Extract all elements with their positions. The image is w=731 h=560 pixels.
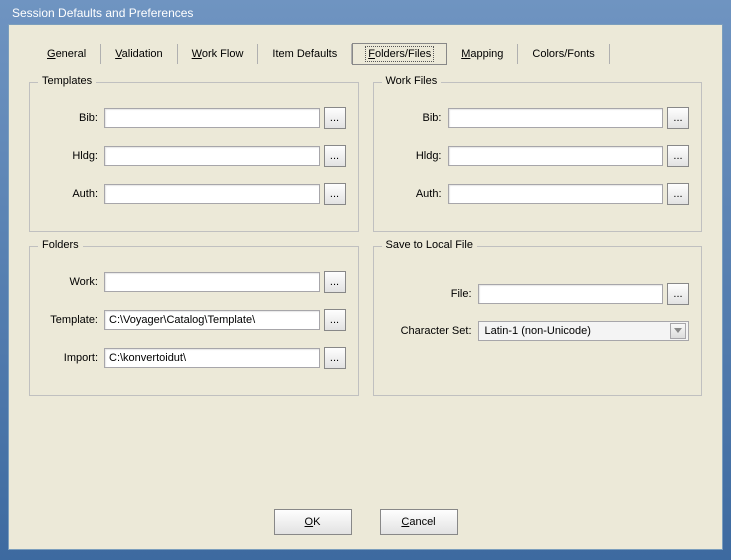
ok-button[interactable]: OK bbox=[274, 509, 352, 535]
window-body: General Validation Work Flow Item Defaul… bbox=[8, 24, 723, 550]
groupbox-save: Save to Local File File: ... Character S… bbox=[373, 246, 703, 396]
tab-item-defaults[interactable]: Item Defaults bbox=[258, 44, 352, 64]
browse-folders-work[interactable]: ... bbox=[324, 271, 346, 293]
input-workfiles-bib[interactable] bbox=[448, 108, 664, 128]
input-templates-auth[interactable] bbox=[104, 184, 320, 204]
input-save-file[interactable] bbox=[478, 284, 664, 304]
label-folders-template: Template: bbox=[42, 314, 104, 326]
input-folders-template[interactable] bbox=[104, 310, 320, 330]
tab-validation[interactable]: Validation bbox=[101, 44, 178, 64]
tab-colors-fonts[interactable]: Colors/Fonts bbox=[518, 44, 609, 64]
browse-templates-bib[interactable]: ... bbox=[324, 107, 346, 129]
tab-workflow[interactable]: Work Flow bbox=[178, 44, 259, 64]
select-charset[interactable]: Latin-1 (non-Unicode) bbox=[478, 321, 690, 341]
browse-workfiles-auth[interactable]: ... bbox=[667, 183, 689, 205]
input-templates-hldg[interactable] bbox=[104, 146, 320, 166]
cancel-button[interactable]: Cancel bbox=[380, 509, 458, 535]
input-workfiles-auth[interactable] bbox=[448, 184, 664, 204]
browse-workfiles-bib[interactable]: ... bbox=[667, 107, 689, 129]
label-workfiles-auth: Auth: bbox=[386, 188, 448, 200]
browse-templates-auth[interactable]: ... bbox=[324, 183, 346, 205]
tab-mapping[interactable]: Mapping bbox=[447, 44, 518, 64]
tab-folders-files[interactable]: Folders/Files bbox=[352, 43, 447, 65]
groupbox-folders: Folders Work: ... Template: ... Import: … bbox=[29, 246, 359, 396]
label-save-file: File: bbox=[386, 288, 478, 300]
browse-save-file[interactable]: ... bbox=[667, 283, 689, 305]
label-templates-bib: Bib: bbox=[42, 112, 104, 124]
label-workfiles-bib: Bib: bbox=[386, 112, 448, 124]
dialog-buttons: OK Cancel bbox=[9, 509, 722, 535]
browse-templates-hldg[interactable]: ... bbox=[324, 145, 346, 167]
window-title: Session Defaults and Preferences bbox=[8, 2, 723, 24]
input-folders-work[interactable] bbox=[104, 272, 320, 292]
legend-templates: Templates bbox=[38, 75, 96, 87]
browse-workfiles-hldg[interactable]: ... bbox=[667, 145, 689, 167]
groupbox-templates: Templates Bib: ... Hldg: ... Auth: ... bbox=[29, 82, 359, 232]
chevron-down-icon bbox=[670, 323, 686, 339]
label-folders-work: Work: bbox=[42, 276, 104, 288]
label-folders-import: Import: bbox=[42, 352, 104, 364]
label-workfiles-hldg: Hldg: bbox=[386, 150, 448, 162]
tab-strip: General Validation Work Flow Item Defaul… bbox=[33, 43, 698, 64]
label-save-charset: Character Set: bbox=[386, 325, 478, 337]
input-workfiles-hldg[interactable] bbox=[448, 146, 664, 166]
legend-folders: Folders bbox=[38, 239, 83, 251]
input-folders-import[interactable] bbox=[104, 348, 320, 368]
label-templates-hldg: Hldg: bbox=[42, 150, 104, 162]
select-charset-value: Latin-1 (non-Unicode) bbox=[485, 325, 591, 337]
legend-save: Save to Local File bbox=[382, 239, 477, 251]
legend-workfiles: Work Files bbox=[382, 75, 442, 87]
groupbox-workfiles: Work Files Bib: ... Hldg: ... Auth: ... bbox=[373, 82, 703, 232]
label-templates-auth: Auth: bbox=[42, 188, 104, 200]
browse-folders-import[interactable]: ... bbox=[324, 347, 346, 369]
input-templates-bib[interactable] bbox=[104, 108, 320, 128]
tab-general[interactable]: General bbox=[33, 44, 101, 64]
browse-folders-template[interactable]: ... bbox=[324, 309, 346, 331]
